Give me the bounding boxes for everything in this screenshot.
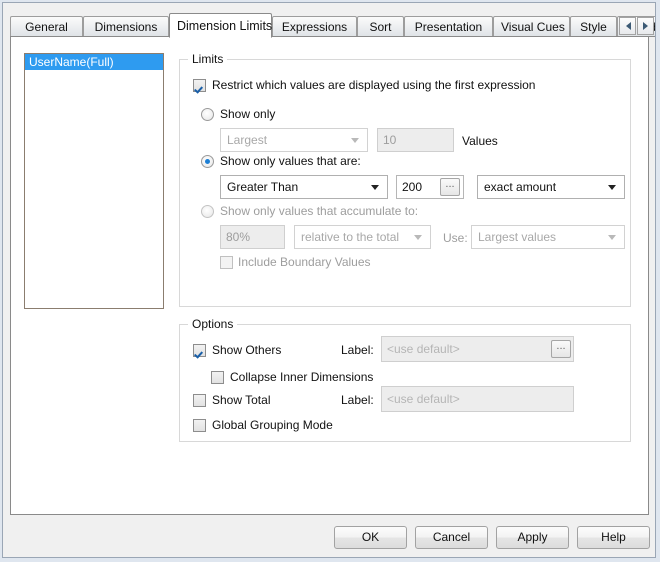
show-others-label-value: <use default> <box>387 342 460 356</box>
show-accumulate-radio[interactable] <box>201 205 214 218</box>
show-only-count-input[interactable]: 10 <box>377 128 454 152</box>
show-only-rank-combo[interactable]: Largest <box>220 128 368 152</box>
show-values-that-are-label: Show only values that are: <box>220 154 361 168</box>
tab-strip: General Dimensions Dimension Limits Expr… <box>10 13 650 37</box>
show-others-label-input[interactable]: <use default> <box>381 336 574 362</box>
tab-scroll-right-button[interactable] <box>637 17 654 35</box>
tab-label: Sort <box>369 20 391 34</box>
chevron-down-icon <box>371 185 379 190</box>
amount-mode-combo[interactable]: exact amount <box>477 175 625 199</box>
show-total-label-value: <use default> <box>387 392 460 406</box>
triangle-left-icon <box>626 22 631 30</box>
show-others-checkbox[interactable] <box>193 344 206 357</box>
chevron-down-icon <box>414 235 422 240</box>
options-group-label: Options <box>188 317 237 331</box>
show-total-label-input[interactable]: <use default> <box>381 386 574 412</box>
include-boundary-label: Include Boundary Values <box>238 255 371 269</box>
chevron-down-icon <box>608 235 616 240</box>
operator-combo[interactable]: Greater Than <box>220 175 388 199</box>
dimension-list[interactable]: UserName(Full) <box>24 53 164 309</box>
tab-dimensions[interactable]: Dimensions <box>83 16 169 37</box>
show-others-label-caption: Label: <box>341 343 374 357</box>
operator-combo-value: Greater Than <box>227 180 298 194</box>
collapse-inner-dimensions-label: Collapse Inner Dimensions <box>230 370 373 384</box>
show-only-count-value: 10 <box>383 133 396 147</box>
limits-group-label: Limits <box>188 52 227 66</box>
accumulate-percent-value: 80% <box>226 230 250 244</box>
show-others-label: Show Others <box>212 343 281 357</box>
triangle-right-icon <box>643 22 648 30</box>
threshold-value: 200 <box>402 180 422 194</box>
show-values-that-are-radio[interactable] <box>201 155 214 168</box>
tab-page-dimension-limits: UserName(Full) Limits Restrict which val… <box>10 36 649 515</box>
tab-label: Presentation <box>415 20 482 34</box>
accumulate-use-caption: Use: <box>443 231 468 245</box>
accumulate-percent-input[interactable]: 80% <box>220 225 285 249</box>
show-others-label-browse-button[interactable]: ... <box>551 340 571 358</box>
include-boundary-checkbox[interactable] <box>220 256 233 269</box>
help-button[interactable]: Help <box>577 526 650 549</box>
chevron-down-icon <box>608 185 616 190</box>
show-only-rank-value: Largest <box>227 133 267 147</box>
amount-mode-value: exact amount <box>484 180 556 194</box>
show-only-label: Show only <box>220 107 275 121</box>
tab-visual-cues[interactable]: Visual Cues <box>493 16 570 37</box>
dimension-limits-dialog: General Dimensions Dimension Limits Expr… <box>2 2 656 558</box>
tab-label: Dimension Limits <box>177 19 272 33</box>
tab-label: Visual Cues <box>501 20 565 34</box>
accumulate-relative-combo[interactable]: relative to the total <box>294 225 431 249</box>
threshold-browse-button[interactable]: ... <box>440 178 460 196</box>
show-total-label: Show Total <box>212 393 270 407</box>
accumulate-use-value: Largest values <box>478 230 556 244</box>
show-only-radio[interactable] <box>201 108 214 121</box>
show-only-values-suffix: Values <box>462 134 498 148</box>
dialog-footer: OK Cancel Apply Help <box>3 517 655 558</box>
tab-style[interactable]: Style <box>570 16 617 37</box>
accumulate-use-combo[interactable]: Largest values <box>471 225 625 249</box>
tab-dimension-limits[interactable]: Dimension Limits <box>169 13 272 38</box>
tab-label: General <box>25 20 68 34</box>
cancel-button[interactable]: Cancel <box>415 526 488 549</box>
show-accumulate-label: Show only values that accumulate to: <box>220 204 418 218</box>
tab-scroll-left-button[interactable] <box>619 17 636 35</box>
accumulate-relative-value: relative to the total <box>301 230 399 244</box>
tab-label: Dimensions <box>95 20 158 34</box>
global-grouping-mode-checkbox[interactable] <box>193 419 206 432</box>
tab-label: Expressions <box>282 20 347 34</box>
tab-sort[interactable]: Sort <box>357 16 404 37</box>
tab-general[interactable]: General <box>10 16 83 37</box>
chevron-down-icon <box>351 138 359 143</box>
list-item[interactable]: UserName(Full) <box>25 54 163 70</box>
global-grouping-mode-label: Global Grouping Mode <box>212 418 333 432</box>
restrict-values-checkbox[interactable] <box>193 79 206 92</box>
show-total-label-caption: Label: <box>341 393 374 407</box>
restrict-values-label: Restrict which values are displayed usin… <box>212 78 535 92</box>
show-total-checkbox[interactable] <box>193 394 206 407</box>
options-group: Options Show Others Label: <use default>… <box>179 324 631 442</box>
collapse-inner-dimensions-checkbox[interactable] <box>211 371 224 384</box>
tab-label: Style <box>580 20 607 34</box>
tab-presentation[interactable]: Presentation <box>404 16 493 37</box>
apply-button[interactable]: Apply <box>496 526 569 549</box>
limits-group: Limits Restrict which values are display… <box>179 59 631 307</box>
tab-expressions[interactable]: Expressions <box>272 16 357 37</box>
ok-button[interactable]: OK <box>334 526 407 549</box>
